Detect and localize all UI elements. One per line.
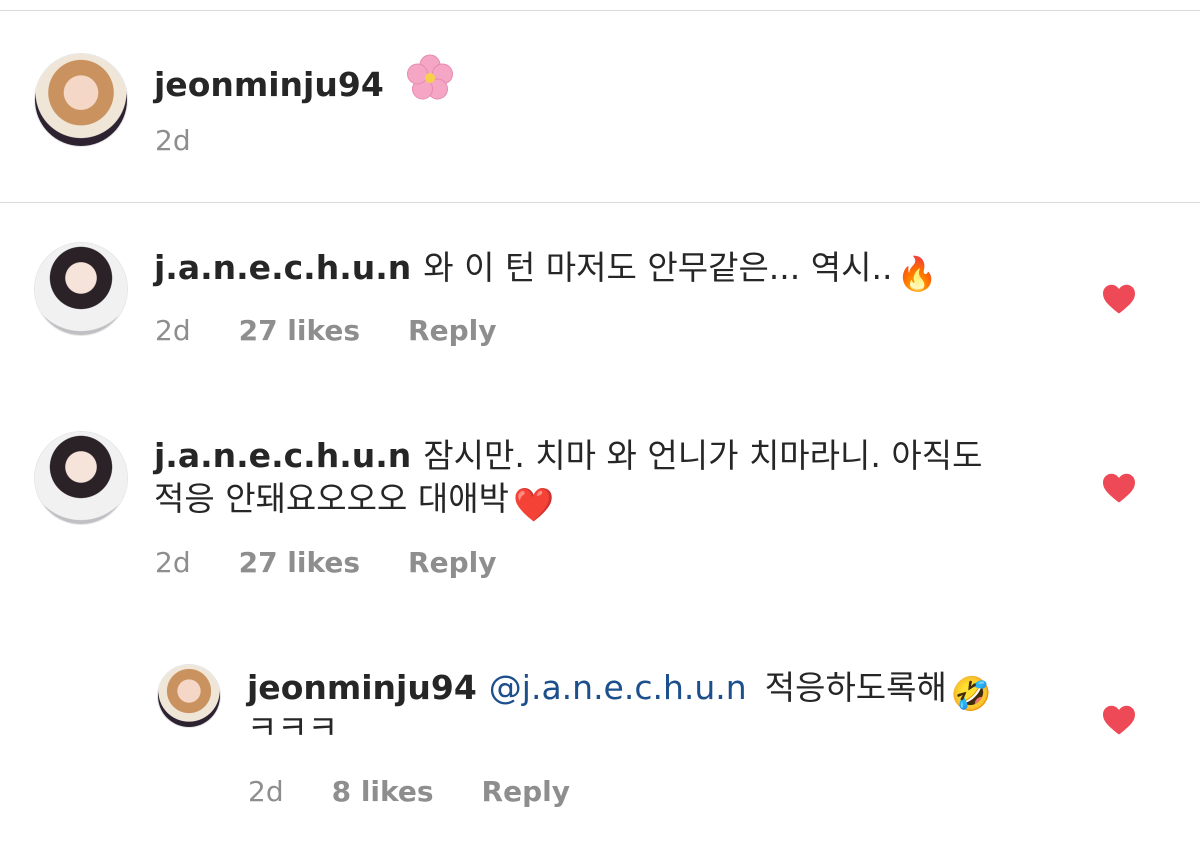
- comment-body-line-2: 적응 안돼요오오오 대애박 ❤️: [154, 477, 554, 527]
- comment-body: j.a.n.e.c.h.u.n 와 이 턴 마저도 안무같은... 역시.. 🔥: [154, 246, 938, 296]
- comment-username[interactable]: j.a.n.e.c.h.u.n: [154, 436, 411, 475]
- post-author-username[interactable]: jeonminju94: [154, 65, 384, 104]
- post-time: 2d: [155, 124, 191, 157]
- reply-avatar[interactable]: [158, 665, 220, 727]
- reply-body-line-1: jeonminju94 @j.a.n.e.c.h.u.n 적응하도록해 🤣: [247, 666, 992, 716]
- reply-button[interactable]: Reply: [408, 546, 496, 580]
- reply-time: 2d: [248, 775, 284, 808]
- comment-meta: 2d 27 likes Reply: [155, 546, 496, 580]
- reply-mention-link[interactable]: @j.a.n.e.c.h.u.n: [489, 668, 747, 707]
- reply-likes[interactable]: 8 likes: [332, 775, 434, 809]
- comment-username[interactable]: j.a.n.e.c.h.u.n: [154, 248, 411, 287]
- reply-text-line-2: ㅋㅋㅋ: [247, 708, 339, 747]
- reply-button[interactable]: Reply: [408, 314, 496, 348]
- reply-meta: 2d 8 likes Reply: [248, 775, 570, 809]
- flower-icon: [406, 54, 454, 113]
- comment-avatar[interactable]: [35, 432, 127, 524]
- comment-avatar[interactable]: [35, 243, 127, 335]
- top-divider: [0, 10, 1200, 11]
- heart-icon[interactable]: [1101, 472, 1137, 504]
- post-caption: jeonminju94: [154, 54, 454, 113]
- comment-text-line-2: 적응 안돼요오오오 대애박: [154, 479, 509, 518]
- reply-button[interactable]: Reply: [482, 775, 570, 809]
- post-author-avatar[interactable]: [35, 54, 127, 146]
- heart-icon[interactable]: [1101, 283, 1137, 315]
- comment-text-line-1: 잠시만. 치마 와 언니가 치마라니. 아직도: [423, 436, 983, 475]
- heart-icon[interactable]: [1101, 704, 1137, 736]
- comment-text: 와 이 턴 마저도 안무같은... 역시..: [423, 248, 893, 287]
- comment-likes[interactable]: 27 likes: [239, 546, 360, 580]
- red-heart-emoji: ❤️: [512, 485, 555, 524]
- fire-emoji: 🔥: [896, 254, 938, 293]
- post-meta: 2d: [155, 124, 239, 158]
- reply-username[interactable]: jeonminju94: [247, 668, 477, 707]
- rofl-emoji: 🤣: [950, 674, 992, 713]
- caption-divider: [0, 202, 1200, 203]
- reply-body-line-2: ㅋㅋㅋ: [247, 706, 338, 750]
- comment-meta: 2d 27 likes Reply: [155, 314, 496, 348]
- comment-body-line-1: j.a.n.e.c.h.u.n 잠시만. 치마 와 언니가 치마라니. 아직도: [154, 434, 982, 478]
- comment-time: 2d: [155, 314, 191, 347]
- reply-text-line-1: 적응하도록해: [764, 668, 947, 707]
- comment-likes[interactable]: 27 likes: [239, 314, 360, 348]
- comment-time: 2d: [155, 546, 191, 579]
